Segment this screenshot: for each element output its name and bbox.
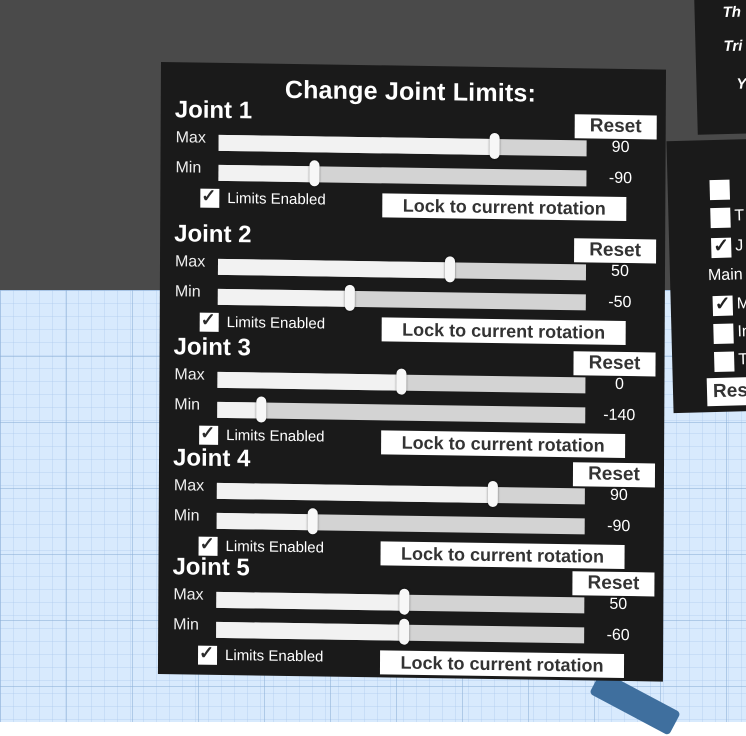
max-slider[interactable] [217, 256, 587, 283]
max-label: Max [174, 253, 206, 271]
side-top-line: Tri [723, 37, 743, 56]
slider-fill [216, 621, 404, 641]
limits-enabled-label: Limits Enabled [226, 427, 325, 446]
slider-fill [217, 258, 450, 279]
joint-block: Joint 3 Reset Max 0 Min -140 ✓ Limits En… [159, 333, 665, 458]
min-value: -60 [606, 626, 630, 645]
option-label: Te [737, 350, 746, 369]
limits-enabled-checkbox[interactable]: ✓ [199, 422, 219, 445]
option-checkbox[interactable] [711, 237, 732, 259]
max-label: Max [173, 477, 205, 495]
option-label: M [736, 295, 746, 313]
min-label: Min [174, 396, 201, 414]
check-icon: ✓ [200, 422, 216, 443]
slider-handle[interactable] [444, 256, 455, 283]
max-slider[interactable] [216, 480, 585, 508]
min-slider[interactable] [217, 284, 586, 311]
joint-block: Joint 5 Reset Max 50 Min -60 ✓ Limits En… [158, 553, 664, 678]
max-slider[interactable] [216, 588, 585, 615]
reset-button[interactable]: Reset [574, 114, 657, 140]
lock-rotation-button[interactable]: Lock to current rotation [379, 650, 625, 678]
reset-button[interactable]: Reset [572, 571, 655, 597]
max-label: Max [174, 366, 205, 384]
slider-handle[interactable] [398, 618, 409, 645]
min-value: -90 [607, 517, 631, 536]
min-value: -50 [608, 293, 632, 312]
joint-block: Joint 4 Reset Max 90 Min -90 ✓ Limits En… [159, 444, 665, 569]
limits-enabled-checkbox[interactable]: ✓ [199, 309, 219, 332]
lock-rotation-button[interactable]: Lock to current rotation [382, 193, 627, 221]
option-checkbox[interactable] [709, 179, 731, 201]
limits-enabled-label: Limits Enabled [227, 190, 326, 209]
option-checkbox[interactable] [710, 207, 731, 229]
limits-enabled-label: Limits Enabled [226, 314, 326, 333]
slider-fill [216, 591, 405, 611]
option-checkbox[interactable] [712, 295, 734, 317]
joint-limits-panel: Change Joint Limits: Joint 1 Reset Max 9… [157, 62, 666, 682]
option-checkbox[interactable] [713, 323, 734, 345]
min-label: Min [173, 507, 200, 525]
max-value: 90 [609, 486, 628, 505]
joint-title: Joint 5 [172, 553, 250, 582]
slider-fill [217, 401, 262, 419]
slider-handle[interactable] [487, 480, 498, 508]
min-label: Min [173, 616, 200, 634]
max-label: Max [175, 129, 206, 147]
slider-handle[interactable] [396, 368, 407, 395]
option-label: J [734, 237, 744, 255]
slider-fill [216, 512, 313, 531]
joint-title: Joint 2 [174, 220, 252, 249]
option-label: T [734, 207, 745, 225]
max-slider[interactable] [218, 132, 587, 160]
check-icon: ✓ [199, 642, 215, 663]
slider-handle[interactable] [309, 160, 320, 187]
max-value: 50 [611, 262, 629, 281]
min-slider[interactable] [217, 396, 586, 424]
joint-title: Joint 1 [174, 96, 253, 125]
min-label: Min [174, 283, 201, 301]
limits-enabled-checkbox[interactable]: ✓ [200, 185, 220, 208]
limits-enabled-label: Limits Enabled [224, 647, 324, 666]
joint-title: Joint 4 [172, 444, 251, 473]
min-label: Min [175, 159, 202, 177]
reset-button[interactable]: Res [706, 376, 746, 407]
joint-block: Joint 1 Reset Max 90 Min -90 ✓ Limits En… [160, 96, 666, 221]
check-icon: ✓ [201, 185, 217, 206]
section-label: Main [707, 266, 743, 285]
reset-button[interactable]: Reset [572, 462, 656, 488]
check-icon: ✓ [200, 309, 216, 330]
slider-fill [217, 371, 402, 391]
option-label: In [737, 323, 746, 341]
slider-handle[interactable] [345, 284, 356, 311]
slider-fill [218, 164, 315, 183]
slider-handle[interactable] [256, 396, 267, 423]
reset-button[interactable]: Reset [573, 351, 656, 377]
limits-enabled-checkbox[interactable]: ✓ [197, 642, 218, 665]
joint-block: Joint 2 Reset Max 50 Min -50 ✓ Limits En… [160, 220, 666, 345]
max-value: 0 [614, 375, 624, 393]
check-icon: ✓ [199, 533, 215, 554]
background-panel-options: T J Main M In Te Res [666, 138, 746, 414]
background-panel-top: Th Tri Y [694, 0, 746, 135]
min-slider[interactable] [216, 618, 585, 645]
side-top-line: Th [722, 3, 742, 22]
slider-fill [217, 288, 351, 307]
reset-button[interactable]: Reset [574, 238, 657, 264]
min-slider[interactable] [218, 160, 587, 187]
slider-handle[interactable] [489, 132, 500, 160]
side-top-line: Y [736, 75, 746, 93]
min-value: -140 [603, 406, 636, 425]
slider-fill [216, 482, 493, 504]
min-slider[interactable] [216, 508, 585, 535]
joint-title: Joint 3 [173, 333, 251, 362]
max-slider[interactable] [217, 368, 586, 395]
slider-handle[interactable] [398, 588, 410, 615]
min-value: -90 [608, 169, 633, 188]
option-checkbox[interactable] [713, 351, 735, 373]
max-value: 50 [609, 595, 628, 614]
max-label: Max [173, 586, 204, 604]
slider-handle[interactable] [307, 508, 318, 535]
max-value: 90 [611, 138, 630, 157]
slider-fill [218, 134, 495, 156]
